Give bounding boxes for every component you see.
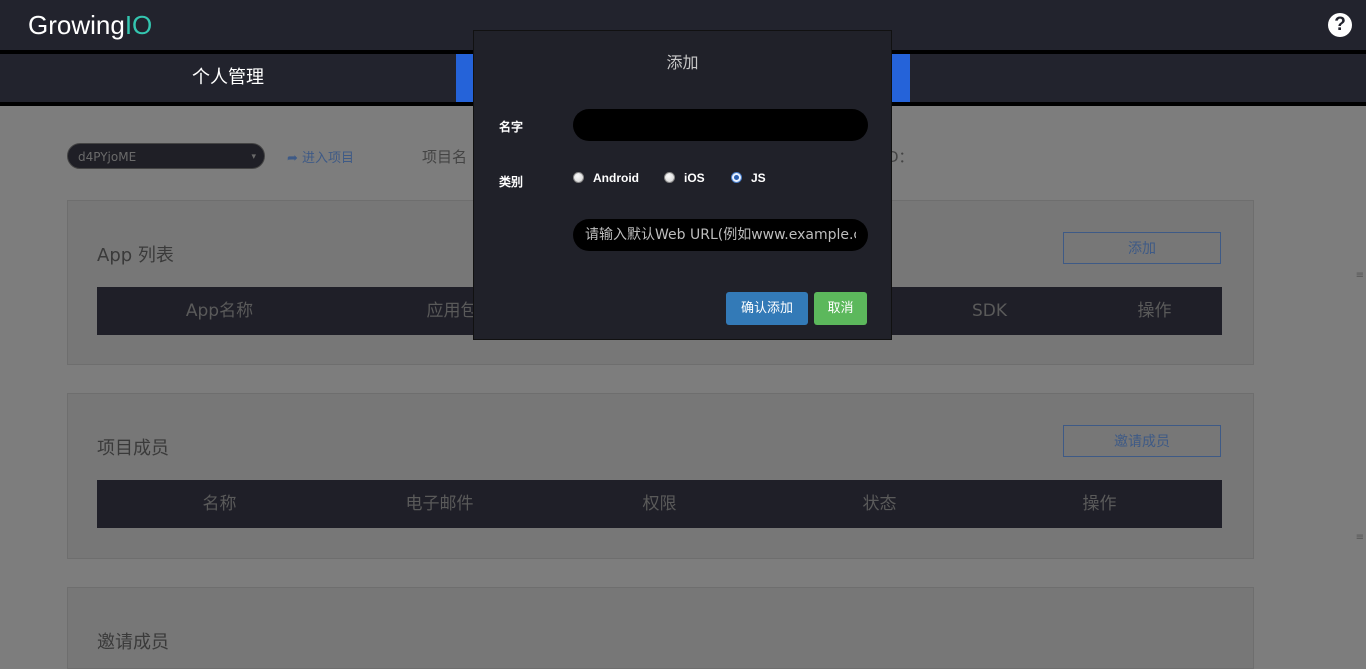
radio-button[interactable] <box>664 172 675 183</box>
project-select[interactable]: d4PYjoME ▾ <box>67 143 265 169</box>
table-header-cell: 状态 <box>862 494 897 514</box>
scroll-handle-icon[interactable]: ≡ <box>1356 532 1364 543</box>
type-label: 类别 <box>499 175 524 189</box>
radio-button[interactable] <box>573 172 584 183</box>
radio-ios[interactable]: iOS <box>664 171 705 187</box>
radio-js[interactable]: JS <box>731 171 766 187</box>
invites-title: 邀请成员 <box>97 632 169 653</box>
table-header-cell: 电子邮件 <box>405 494 474 514</box>
name-input[interactable] <box>573 109 868 141</box>
enter-project-label: 进入项目 <box>302 151 355 166</box>
table-header-cell: 操作 <box>1082 494 1117 514</box>
table-header-cell: 权限 <box>642 494 677 514</box>
logo-accent-text: IO <box>124 10 153 40</box>
enter-project-link[interactable]: ➦ 进入项目 <box>287 147 354 166</box>
table-header-cell: SDK <box>971 301 1008 321</box>
modal-title: 添加 <box>666 53 699 72</box>
logo-text: Growing <box>28 10 125 40</box>
web-url-input[interactable] <box>573 219 868 251</box>
share-arrow-icon: ➦ <box>287 151 298 166</box>
radio-label: JS <box>751 171 766 185</box>
radio-label: iOS <box>684 171 705 185</box>
radio-android[interactable]: Android <box>573 171 639 187</box>
table-header-cell: 操作 <box>1137 301 1172 321</box>
project-select-value: d4PYjoME <box>78 150 137 164</box>
project-name-label: 项目名 <box>422 148 468 166</box>
members-table-header: 名称 电子邮件 权限 状态 操作 <box>97 480 1222 528</box>
radio-button-selected[interactable] <box>731 172 742 183</box>
members-card: 项目成员 邀请成员 名称 电子邮件 权限 状态 操作 <box>67 393 1254 559</box>
help-icon[interactable]: ? <box>1328 13 1352 37</box>
name-label: 名字 <box>499 120 524 134</box>
confirm-add-button[interactable]: 确认添加 <box>726 292 808 325</box>
scroll-handle-icon[interactable]: ≡ <box>1356 270 1364 281</box>
add-app-button[interactable]: 添加 <box>1063 232 1221 264</box>
chevron-down-icon: ▾ <box>251 152 256 162</box>
table-header-cell: App名称 <box>185 301 254 321</box>
cancel-button[interactable]: 取消 <box>814 292 867 325</box>
radio-label: Android <box>593 171 639 185</box>
app-list-title: App 列表 <box>97 245 174 266</box>
add-app-modal: 添加 名字 类别 Android iOS JS 确认添加 取消 <box>473 30 892 340</box>
members-title: 项目成员 <box>97 438 169 459</box>
table-header-cell: 名称 <box>202 494 237 514</box>
tab-personal-management[interactable]: 个人管理 <box>0 54 456 102</box>
invite-member-button[interactable]: 邀请成员 <box>1063 425 1221 457</box>
growingio-logo[interactable]: GrowingIO <box>28 10 152 41</box>
